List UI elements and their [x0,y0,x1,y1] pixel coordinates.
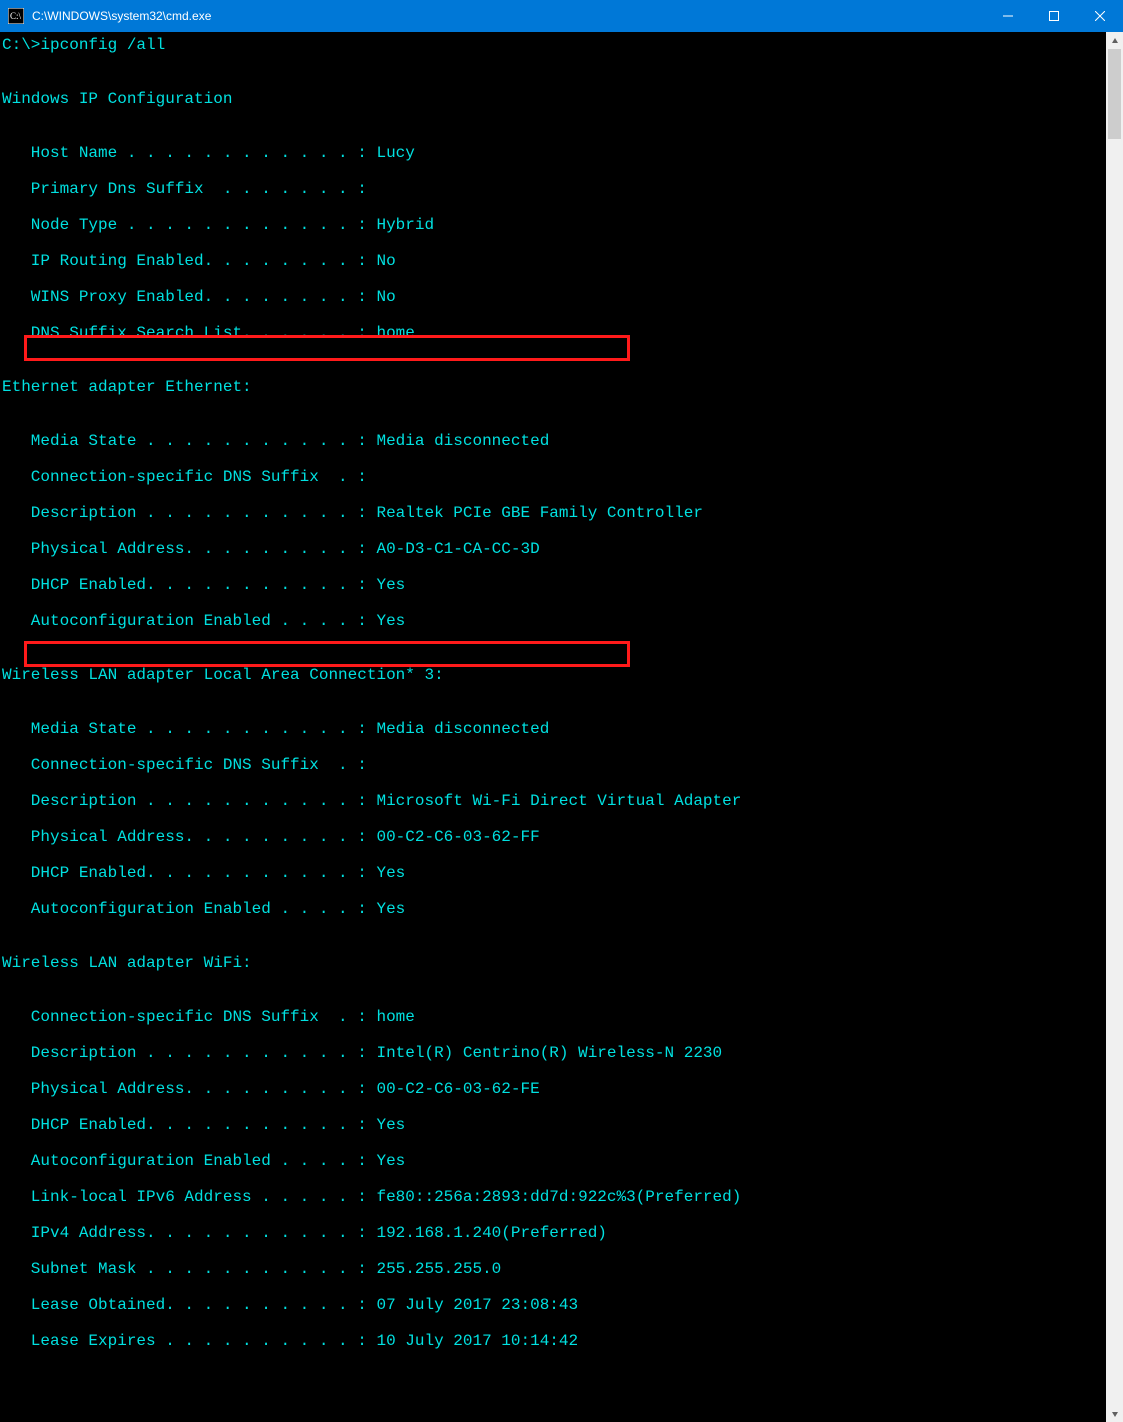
output-line: Lease Obtained. . . . . . . . . . : 07 J… [2,1296,1106,1314]
output-line: Description . . . . . . . . . . . : Micr… [2,792,1106,810]
minimize-button[interactable] [985,0,1031,32]
output-line: Physical Address. . . . . . . . . : 00-C… [2,828,1106,846]
scroll-up-button[interactable] [1106,32,1123,49]
output-line: Autoconfiguration Enabled . . . . : Yes [2,900,1106,918]
cmd-window: C:\ C:\WINDOWS\system32\cmd.exe C:\>ipco… [0,0,1123,796]
scrollbar-track[interactable] [1106,49,1123,1405]
section-heading: Wireless LAN adapter WiFi: [2,954,1106,972]
highlight-box [24,641,630,667]
output-line: Connection-specific DNS Suffix . : [2,468,1106,486]
output-line: Lease Expires . . . . . . . . . . : 10 J… [2,1332,1106,1350]
titlebar[interactable]: C:\ C:\WINDOWS\system32\cmd.exe [0,0,1123,32]
output-line: Connection-specific DNS Suffix . : home [2,1008,1106,1026]
close-button[interactable] [1077,0,1123,32]
output-line: Media State . . . . . . . . . . . : Medi… [2,432,1106,450]
window-title: C:\WINDOWS\system32\cmd.exe [30,0,985,32]
vertical-scrollbar[interactable] [1106,32,1123,1422]
output-line: WINS Proxy Enabled. . . . . . . . : No [2,288,1106,306]
prompt-line: C:\>ipconfig /all [2,36,1106,54]
scroll-down-button[interactable] [1106,1405,1123,1422]
output-line: IPv4 Address. . . . . . . . . . . : 192.… [2,1224,1106,1242]
output-line: Connection-specific DNS Suffix . : [2,756,1106,774]
window-controls [985,0,1123,32]
output-line: Description . . . . . . . . . . . : Real… [2,504,1106,522]
output-line: Physical Address. . . . . . . . . : 00-C… [2,1080,1106,1098]
output-line: Subnet Mask . . . . . . . . . . . : 255.… [2,1260,1106,1278]
output-line: Primary Dns Suffix . . . . . . . : [2,180,1106,198]
section-heading: Wireless LAN adapter Local Area Connecti… [2,666,1106,684]
output-line: IP Routing Enabled. . . . . . . . : No [2,252,1106,270]
output-line: DNS Suffix Search List. . . . . . : home [2,324,1106,342]
output-line: DHCP Enabled. . . . . . . . . . . : Yes [2,1116,1106,1134]
output-line: Autoconfiguration Enabled . . . . : Yes [2,612,1106,630]
output-line: DHCP Enabled. . . . . . . . . . . : Yes [2,576,1106,594]
scrollbar-thumb[interactable] [1108,49,1121,139]
output-line: Autoconfiguration Enabled . . . . : Yes [2,1152,1106,1170]
output-line: Node Type . . . . . . . . . . . . : Hybr… [2,216,1106,234]
output-line: Link-local IPv6 Address . . . . . : fe80… [2,1188,1106,1206]
output-line: DHCP Enabled. . . . . . . . . . . : Yes [2,864,1106,882]
output-line: Media State . . . . . . . . . . . : Medi… [2,720,1106,738]
output-line: Physical Address. . . . . . . . . : A0-D… [2,540,1106,558]
cmd-icon: C:\ [8,8,24,24]
section-heading: Windows IP Configuration [2,90,1106,108]
client-area: C:\>ipconfig /all Windows IP Configurati… [0,32,1123,1422]
terminal-output[interactable]: C:\>ipconfig /all Windows IP Configurati… [0,32,1106,1422]
output-line: Host Name . . . . . . . . . . . . : Lucy [2,144,1106,162]
svg-text:C:\: C:\ [10,11,22,21]
maximize-button[interactable] [1031,0,1077,32]
output-line: Description . . . . . . . . . . . : Inte… [2,1044,1106,1062]
section-heading: Ethernet adapter Ethernet: [2,378,1106,396]
